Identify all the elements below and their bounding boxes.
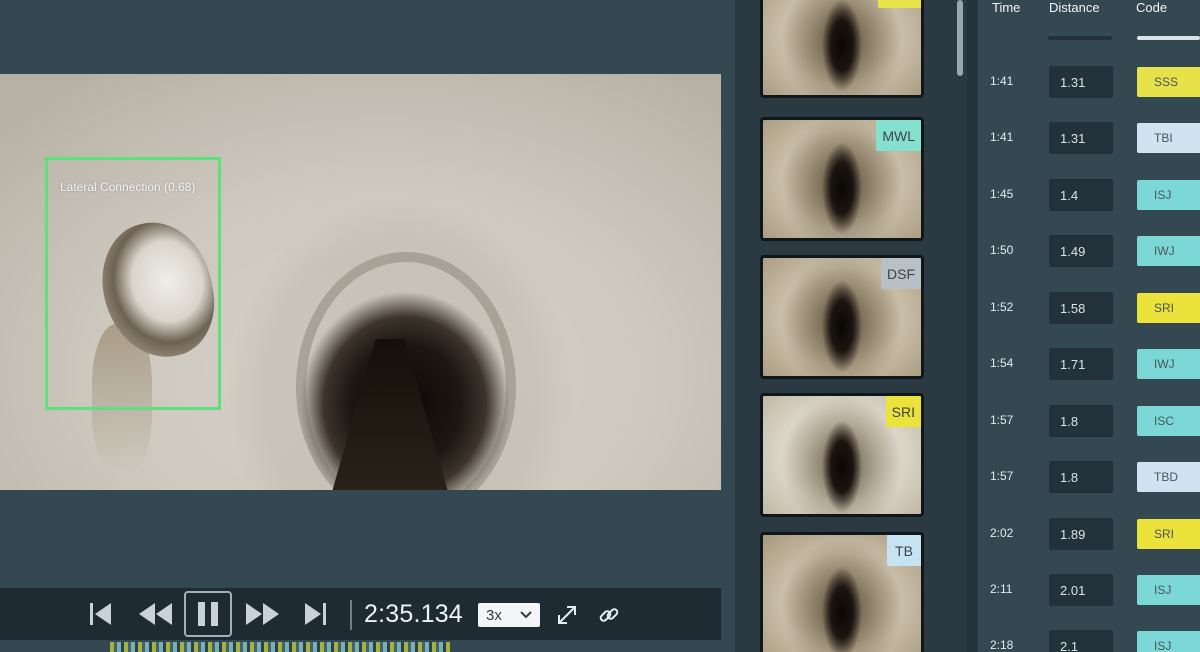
thumbnail-3[interactable]: DSF bbox=[760, 255, 924, 379]
link-icon bbox=[599, 608, 619, 622]
table-row[interactable]: 1:50 1.49 IWJ bbox=[978, 235, 1200, 267]
thumbnail-list: AMH MWL DSF SRI TB bbox=[735, 0, 967, 652]
inspection-app: Lateral Connection (0.68) 2:35.134 3x MW… bbox=[0, 0, 1200, 652]
playback-speed-value: 3x bbox=[486, 606, 502, 624]
row-distance: 1.49 bbox=[1049, 235, 1113, 267]
table-row[interactable]: 1:41 1.31 TBI bbox=[978, 122, 1200, 154]
video-panel: Lateral Connection (0.68) 2:35.134 3x bbox=[0, 0, 735, 652]
table-row[interactable]: 1:57 1.8 TBD bbox=[978, 461, 1200, 493]
rewind-icon bbox=[139, 603, 172, 625]
chevron-down-icon bbox=[520, 611, 532, 619]
code-table: Time Distance Code 1:41 1.31 SSS 1:41 1.… bbox=[978, 0, 1200, 652]
row-time: 1:52 bbox=[990, 300, 1014, 314]
table-row[interactable]: 2:18 2.1 ISJ bbox=[978, 630, 1200, 652]
row-time: 1:54 bbox=[990, 356, 1014, 370]
row-distance: 2.01 bbox=[1049, 574, 1113, 606]
row-time: 2:02 bbox=[990, 526, 1014, 540]
row-distance: 1.89 bbox=[1049, 518, 1113, 550]
table-row[interactable]: 1:54 1.71 IWJ bbox=[978, 348, 1200, 380]
pipe-video-frame[interactable]: Lateral Connection (0.68) bbox=[0, 74, 721, 490]
row-distance: 2.1 bbox=[1049, 630, 1113, 652]
thumbnail-1[interactable]: AMH bbox=[760, 0, 924, 98]
row-code-badge: SRI bbox=[1137, 293, 1200, 323]
rewind-button[interactable] bbox=[132, 596, 178, 632]
thumbnail-badge: SRI bbox=[885, 396, 921, 427]
detection-bounding-box[interactable]: Lateral Connection (0.68) bbox=[45, 157, 221, 410]
thumbnail-5[interactable]: TB bbox=[760, 532, 924, 652]
row-distance: 1.8 bbox=[1049, 461, 1113, 493]
panel-divider bbox=[967, 0, 978, 652]
detection-label: Lateral Connection (0.68) bbox=[60, 180, 196, 194]
row-distance: 1.71 bbox=[1049, 348, 1113, 380]
playback-time: 2:35.134 bbox=[364, 600, 463, 628]
row-time: 2:11 bbox=[990, 582, 1013, 596]
table-row[interactable]: 2:11 2.01 ISJ bbox=[978, 574, 1200, 606]
table-row[interactable]: 1:45 1.4 ISJ bbox=[978, 179, 1200, 211]
table-row[interactable]: 2:02 1.89 SRI bbox=[978, 518, 1200, 550]
share-link-button[interactable] bbox=[594, 600, 624, 630]
row-code-badge: SRI bbox=[1137, 519, 1200, 549]
timeline-strip[interactable] bbox=[110, 642, 450, 652]
row-code-badge: TBI bbox=[1137, 123, 1200, 153]
header-underline bbox=[1137, 36, 1200, 40]
row-distance: 1.58 bbox=[1049, 292, 1113, 324]
fullscreen-button[interactable] bbox=[552, 600, 582, 630]
row-code-badge: ISJ bbox=[1137, 575, 1200, 605]
row-code-badge: ISJ bbox=[1137, 631, 1200, 652]
row-code-badge: ISJ bbox=[1137, 180, 1200, 210]
row-code-badge: IWJ bbox=[1137, 349, 1200, 379]
row-time: 1:57 bbox=[990, 469, 1014, 483]
skip-forward-icon bbox=[305, 603, 326, 625]
column-header-time[interactable]: Time bbox=[992, 0, 1020, 15]
row-time: 1:45 bbox=[990, 187, 1014, 201]
row-code-badge: TBD bbox=[1137, 462, 1200, 492]
row-code-badge: SSS bbox=[1137, 67, 1200, 97]
table-row[interactable]: 1:41 1.31 SSS bbox=[978, 66, 1200, 98]
header-underline bbox=[1048, 36, 1112, 40]
skip-back-button[interactable] bbox=[80, 596, 120, 632]
row-time: 1:50 bbox=[990, 243, 1014, 257]
playback-speed-select[interactable]: 3x bbox=[478, 603, 540, 627]
row-time: 1:41 bbox=[990, 74, 1014, 88]
thumbnail-4[interactable]: SRI bbox=[760, 393, 924, 517]
thumbnail-2[interactable]: MWL bbox=[760, 117, 924, 241]
row-time: 2:18 bbox=[990, 638, 1014, 652]
row-distance: 1.31 bbox=[1049, 122, 1113, 154]
pause-button[interactable] bbox=[184, 591, 232, 637]
table-row[interactable]: 1:52 1.58 SRI bbox=[978, 292, 1200, 324]
row-distance: 1.4 bbox=[1049, 179, 1113, 211]
column-header-code[interactable]: Code bbox=[1136, 0, 1167, 15]
row-time: 1:41 bbox=[990, 130, 1014, 144]
column-header-distance[interactable]: Distance bbox=[1049, 0, 1100, 15]
row-distance: 1.31 bbox=[1049, 66, 1113, 98]
row-time: 1:57 bbox=[990, 413, 1014, 427]
skip-forward-button[interactable] bbox=[296, 596, 336, 632]
row-code-badge: ISC bbox=[1137, 406, 1200, 436]
skip-back-icon bbox=[90, 603, 111, 625]
fullscreen-icon bbox=[558, 606, 576, 624]
pause-icon bbox=[198, 602, 218, 626]
thumbnail-badge: DSF bbox=[881, 258, 921, 289]
controls-divider bbox=[350, 600, 352, 630]
fast-forward-button[interactable] bbox=[240, 596, 286, 632]
table-row[interactable]: 1:57 1.8 ISC bbox=[978, 405, 1200, 437]
thumbnail-badge: AMH bbox=[877, 0, 921, 8]
row-code-badge: IWJ bbox=[1137, 236, 1200, 266]
thumbnail-badge: MWL bbox=[876, 120, 921, 151]
thumbnail-badge: TB bbox=[887, 535, 921, 566]
row-distance: 1.8 bbox=[1049, 405, 1113, 437]
playback-controls: 2:35.134 3x bbox=[0, 588, 721, 640]
thumbnail-scrollbar[interactable] bbox=[957, 0, 963, 76]
fast-forward-icon bbox=[246, 603, 279, 625]
